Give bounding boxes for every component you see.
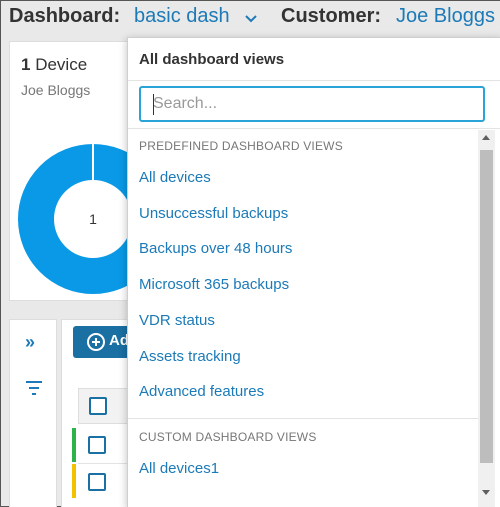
view-item-backups-over-48-hours[interactable]: Backups over 48 hours	[139, 240, 292, 257]
chevron-down-icon[interactable]	[244, 13, 258, 23]
dropdown-divider	[128, 128, 500, 129]
dashboard-views-list: PREDEFINED DASHBOARD VIEWS All devices U…	[128, 130, 478, 507]
view-item-vdr-status[interactable]: VDR status	[139, 312, 215, 329]
view-item-all-devices[interactable]: All devices	[139, 169, 211, 186]
customer-selector[interactable]: Joe Bloggs	[396, 5, 495, 28]
row-status-green	[72, 428, 76, 462]
device-card-title: 1 Device	[21, 55, 87, 75]
row-status-yellow	[72, 464, 76, 498]
dashboard-views-dropdown: All dashboard views PREDEFINED DASHBOARD…	[127, 37, 500, 507]
select-all-checkbox[interactable]	[89, 397, 107, 415]
view-item-unsuccessful-backups[interactable]: Unsuccessful backups	[139, 205, 288, 222]
predefined-section-title: PREDEFINED DASHBOARD VIEWS	[139, 139, 343, 153]
dashboard-selector[interactable]: basic dash	[134, 5, 230, 28]
customer-label: Customer:	[281, 5, 382, 27]
search-input[interactable]	[139, 86, 485, 122]
device-title-suffix: Device	[35, 55, 88, 74]
view-item-microsoft-365-backups[interactable]: Microsoft 365 backups	[139, 276, 289, 293]
double-chevron-right-icon[interactable]: »	[25, 332, 35, 353]
section-divider	[128, 418, 478, 419]
text-caret	[153, 94, 154, 115]
view-item-assets-tracking[interactable]: Assets tracking	[139, 348, 241, 365]
plus-circle-icon	[87, 333, 105, 351]
scroll-down-arrow-icon[interactable]	[482, 490, 490, 495]
add-button-label: Ad	[109, 332, 129, 349]
dashboard-header: Dashboard: basic dash Customer: Joe Blog…	[1, 1, 500, 39]
device-card-customer: Joe Bloggs	[21, 82, 91, 98]
dropdown-title: All dashboard views	[139, 51, 285, 68]
dashboard-label: Dashboard:	[9, 5, 121, 27]
view-item-all-devices1[interactable]: All devices1	[139, 460, 219, 477]
scroll-up-arrow-icon[interactable]	[482, 135, 490, 140]
device-count: 1	[21, 55, 31, 74]
custom-section-title: CUSTOM DASHBOARD VIEWS	[139, 430, 317, 444]
dropdown-divider	[128, 80, 500, 81]
donut-center-value: 1	[89, 211, 97, 227]
view-item-advanced-features[interactable]: Advanced features	[139, 383, 264, 400]
dropdown-scrollbar[interactable]	[478, 130, 495, 507]
row-checkbox[interactable]	[88, 436, 106, 454]
scrollbar-thumb[interactable]	[480, 150, 493, 463]
side-toolbar: »	[9, 319, 57, 507]
device-card: 1 Device Joe Bloggs 1	[9, 41, 168, 301]
row-checkbox[interactable]	[88, 473, 106, 491]
filter-icon[interactable]	[25, 380, 43, 396]
